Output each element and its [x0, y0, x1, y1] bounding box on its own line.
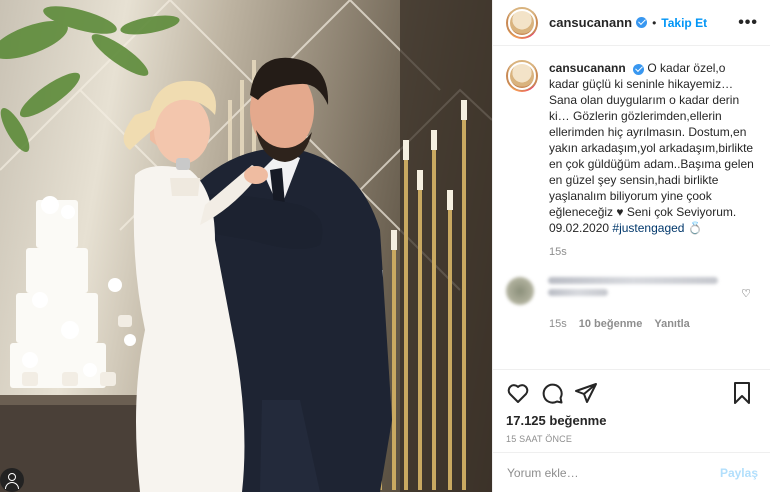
post-actions: 17.125 beğenme 15 SAAT ÖNCE [493, 369, 770, 444]
verified-badge-icon [636, 17, 648, 28]
likes-count[interactable]: 17.125 beğenme [506, 413, 754, 428]
comment-item: ♡ [506, 277, 754, 305]
post-sidebar: cansucanann • Takip Et ••• cansucanann O… [492, 0, 770, 492]
share-icon[interactable] [574, 381, 598, 405]
verified-badge-icon [633, 64, 645, 75]
caption-avatar[interactable] [506, 60, 538, 92]
comment-likes[interactable]: 10 beğenme [579, 318, 643, 330]
heart-icon[interactable] [506, 381, 530, 405]
hashtag-link[interactable]: #justengaged [612, 221, 684, 235]
tagged-user-icon[interactable] [0, 468, 24, 492]
caption-time: 15s [549, 246, 567, 258]
comment-input[interactable] [507, 465, 720, 480]
engagement-photo-illustration [0, 0, 492, 492]
caption-text: cansucanann O kadar özel,o kadar güçlü k… [549, 60, 754, 236]
comment-time: 15s [549, 318, 567, 330]
post-comment-button[interactable]: Paylaş [720, 466, 758, 480]
comment-like-icon[interactable]: ♡ [741, 287, 751, 300]
ring-emoji: 💍 [687, 221, 703, 235]
separator-dot: • [652, 15, 657, 30]
add-comment-bar: Paylaş [493, 452, 770, 492]
username-link[interactable]: cansucanann [549, 15, 632, 30]
caption-body: O kadar özel,o kadar güçlü ki seninle hi… [549, 61, 754, 235]
more-options-icon[interactable]: ••• [738, 14, 758, 32]
post-timestamp[interactable]: 15 SAAT ÖNCE [506, 434, 754, 444]
reply-button[interactable]: Yanıtla [654, 318, 689, 330]
post-header: cansucanann • Takip Et ••• [493, 0, 770, 46]
comment-text-blurred [548, 277, 738, 301]
comment-icon[interactable] [540, 381, 564, 405]
comment-meta: 15s 10 beğenme Yanıtla [549, 318, 754, 330]
bookmark-icon[interactable] [730, 381, 754, 405]
post-photo[interactable] [0, 0, 492, 492]
caption: cansucanann O kadar özel,o kadar güçlü k… [506, 60, 754, 236]
avatar[interactable] [506, 7, 538, 39]
comments-list[interactable]: cansucanann O kadar özel,o kadar güçlü k… [493, 60, 770, 366]
comment-avatar[interactable] [506, 277, 534, 305]
action-icons [506, 380, 754, 406]
follow-button[interactable]: Takip Et [661, 16, 707, 30]
caption-username[interactable]: cansucanann [549, 61, 626, 75]
